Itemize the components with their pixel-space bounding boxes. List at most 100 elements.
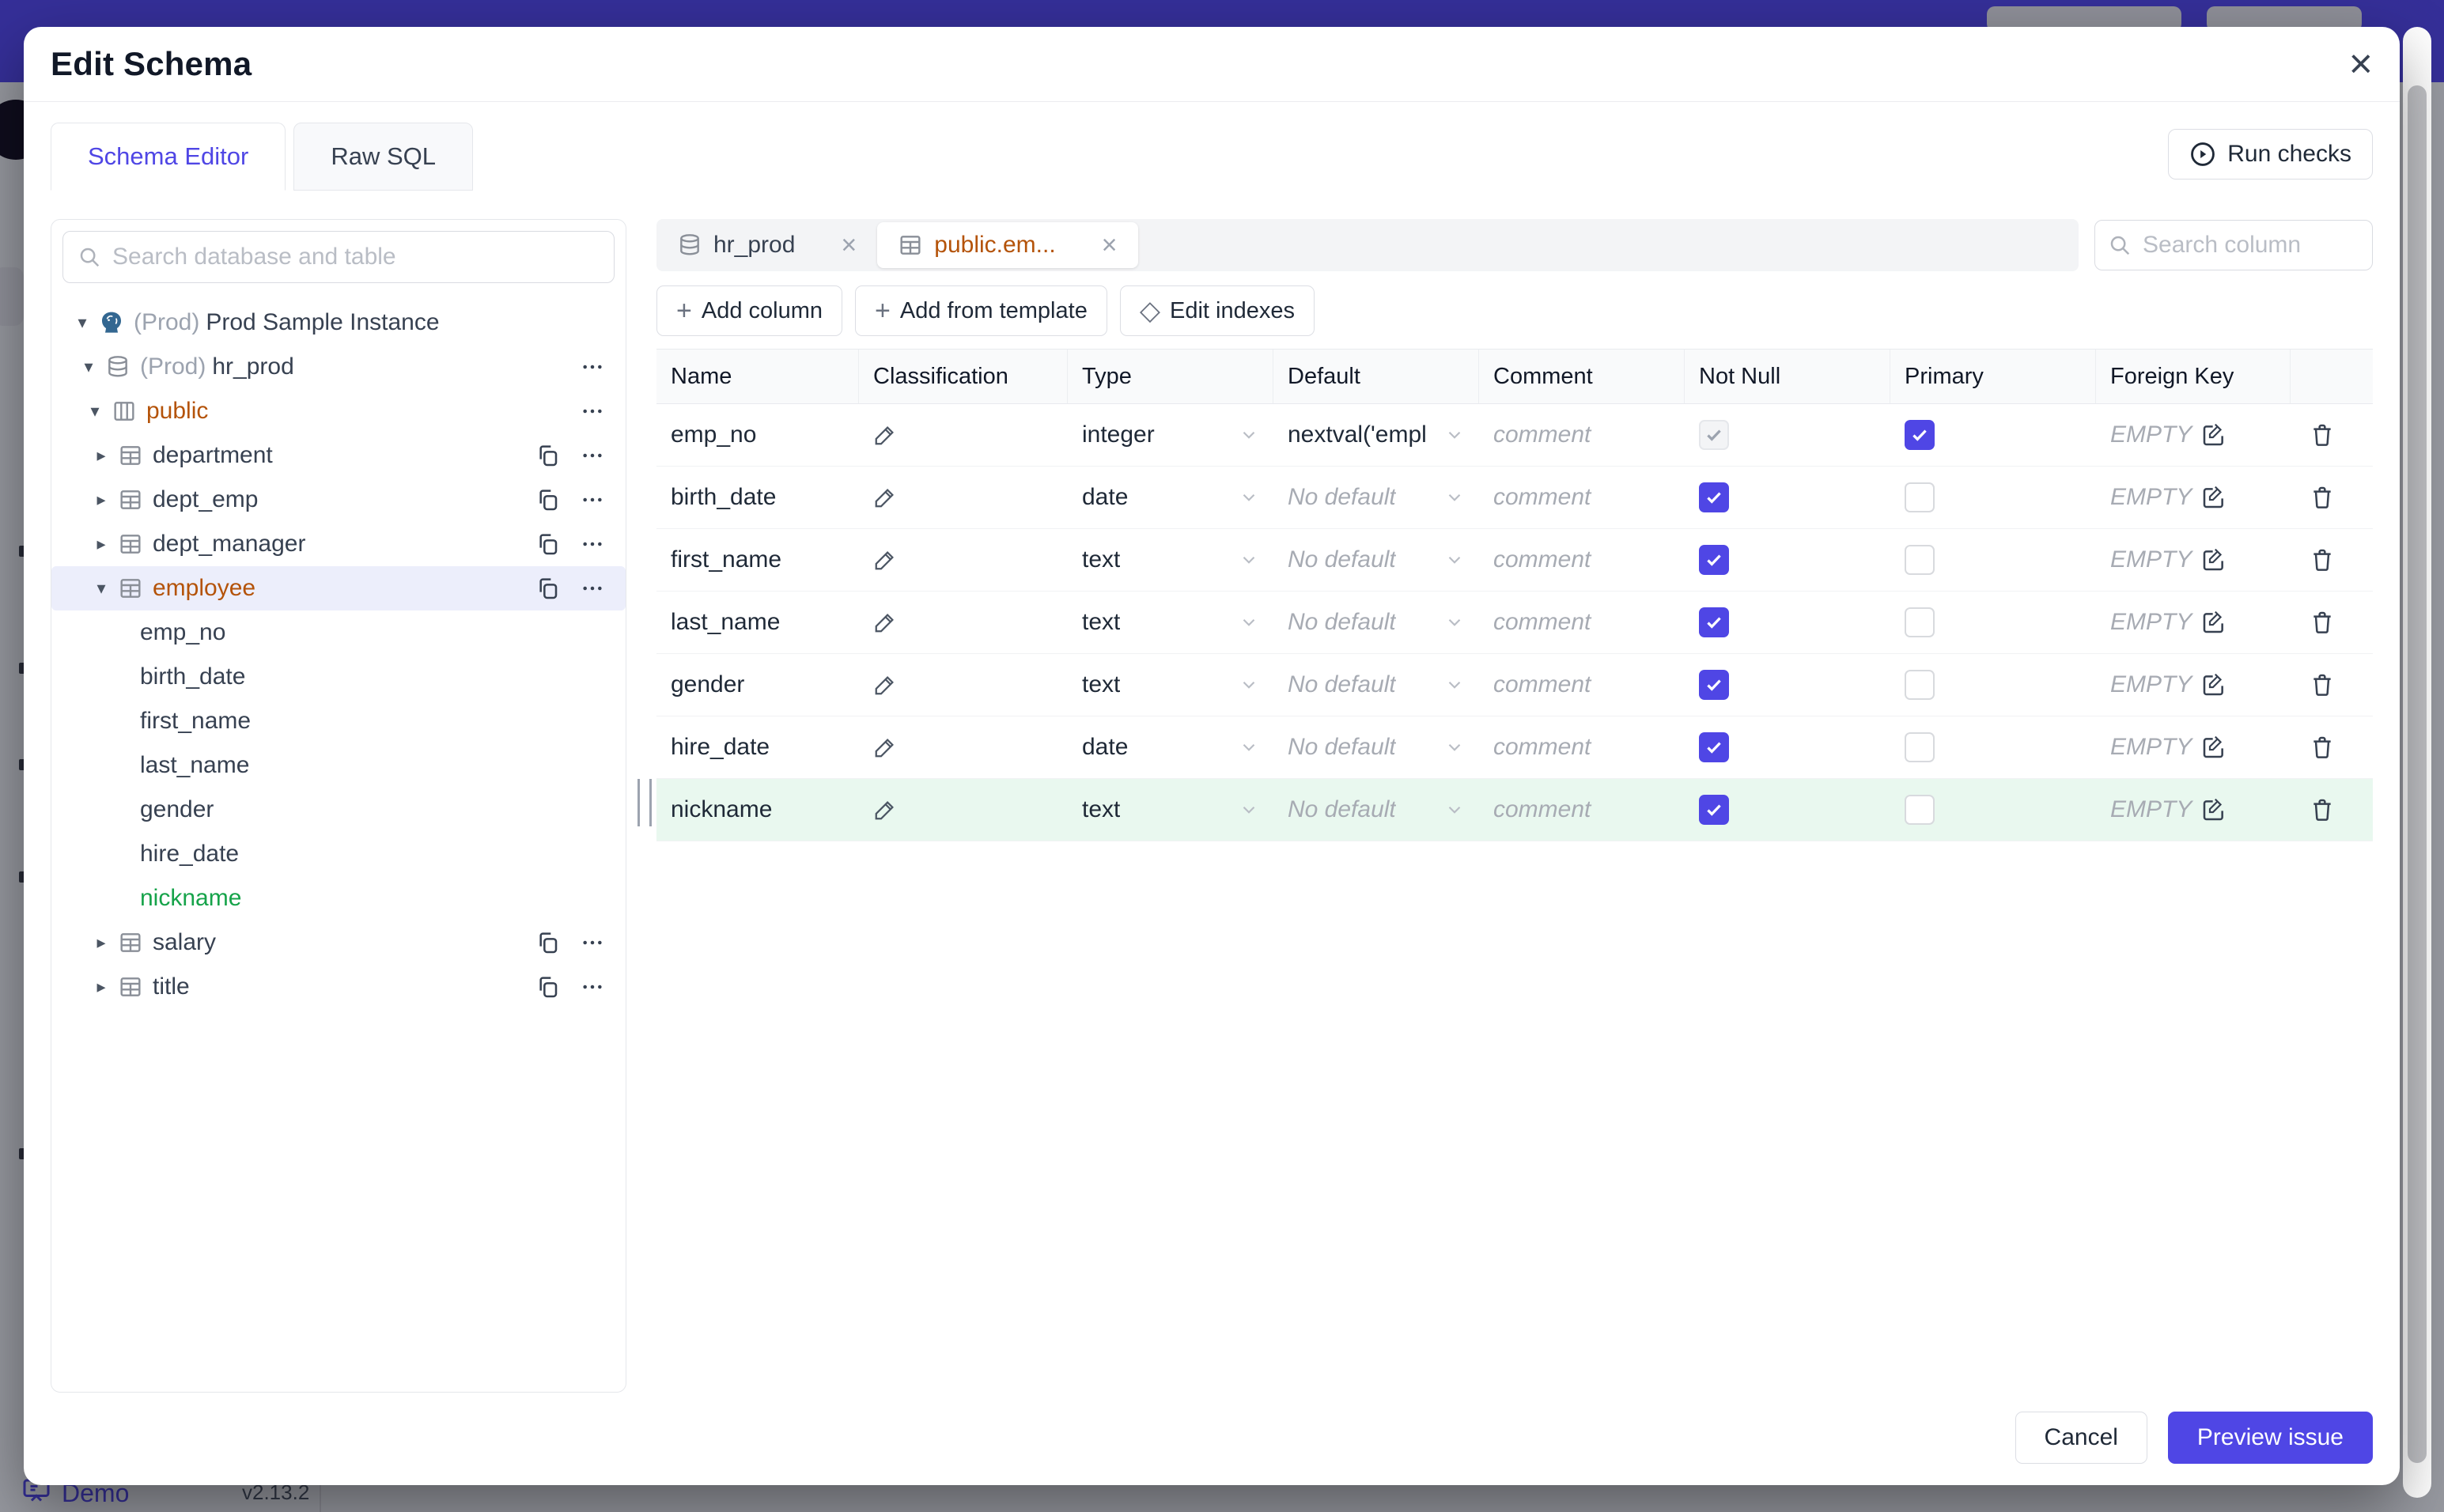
chevron-down-icon[interactable]: ▾ (85, 401, 105, 421)
delete-column-icon[interactable] (2310, 547, 2335, 573)
foreign-key-edit-icon[interactable] (2201, 797, 2226, 822)
foreign-key-edit-icon[interactable] (2201, 422, 2226, 448)
close-tab-icon[interactable]: × (1102, 232, 1118, 259)
comment-input[interactable]: comment (1493, 484, 1591, 511)
delete-column-icon[interactable] (2310, 422, 2335, 448)
copy-icon[interactable] (535, 531, 561, 557)
comment-input[interactable]: comment (1493, 421, 1591, 448)
type-select[interactable]: date (1082, 484, 1273, 511)
chevron-down-icon[interactable]: ▾ (91, 578, 112, 599)
chevron-right-icon[interactable]: ▸ (91, 445, 112, 466)
tree-item-department[interactable]: ▸ department (51, 433, 626, 478)
tree-item-dept_manager[interactable]: ▸ dept_manager (51, 522, 626, 566)
column-name-input[interactable]: last_name (671, 609, 780, 636)
copy-icon[interactable] (535, 930, 561, 955)
primary-checkbox[interactable] (1905, 482, 1935, 512)
ellipsis-menu-icon[interactable] (580, 974, 605, 1000)
tree-item-last_name[interactable]: last_name (51, 743, 626, 788)
ellipsis-menu-icon[interactable] (580, 576, 605, 601)
type-select[interactable]: text (1082, 546, 1273, 573)
delete-column-icon[interactable] (2310, 672, 2335, 697)
ellipsis-menu-icon[interactable] (580, 930, 605, 955)
delete-column-icon[interactable] (2310, 610, 2335, 635)
classification-edit-icon[interactable] (873, 423, 897, 447)
close-tab-icon[interactable]: × (841, 232, 857, 259)
tree-item-employee[interactable]: ▾ employee (51, 566, 626, 610)
delete-column-icon[interactable] (2310, 485, 2335, 510)
primary-checkbox[interactable] (1905, 420, 1935, 450)
foreign-key-edit-icon[interactable] (2201, 610, 2226, 635)
tree-item-hire_date[interactable]: hire_date (51, 832, 626, 876)
comment-input[interactable]: comment (1493, 671, 1591, 698)
column-search-input[interactable] (2141, 231, 2359, 259)
comment-input[interactable]: comment (1493, 796, 1591, 823)
tree-item-dept_emp[interactable]: ▸ dept_emp (51, 478, 626, 522)
classification-edit-icon[interactable] (873, 610, 897, 634)
ellipsis-menu-icon[interactable] (580, 531, 605, 557)
chevron-right-icon[interactable]: ▸ (91, 534, 112, 554)
ellipsis-menu-icon[interactable] (580, 443, 605, 468)
not-null-checkbox[interactable] (1699, 795, 1729, 825)
primary-checkbox[interactable] (1905, 795, 1935, 825)
foreign-key-edit-icon[interactable] (2201, 485, 2226, 510)
tab-raw-sql[interactable]: Raw SQL (293, 123, 473, 191)
type-select[interactable]: text (1082, 609, 1273, 636)
open-tab-hr_prod[interactable]: hr_prod × (656, 219, 877, 271)
not-null-checkbox[interactable] (1699, 482, 1729, 512)
scrollbar-thumb[interactable] (2408, 85, 2427, 1463)
not-null-checkbox[interactable] (1699, 732, 1729, 762)
copy-icon[interactable] (535, 576, 561, 601)
tree-item-salary[interactable]: ▸ salary (51, 920, 626, 965)
tree-item-first_name[interactable]: first_name (51, 699, 626, 743)
default-select[interactable]: No default (1288, 734, 1479, 761)
tab-schema-editor[interactable]: Schema Editor (51, 123, 286, 191)
chevron-right-icon[interactable]: ▸ (91, 932, 112, 953)
tree-item-birth_date[interactable]: birth_date (51, 655, 626, 699)
comment-input[interactable]: comment (1493, 609, 1591, 636)
column-name-input[interactable]: hire_date (671, 734, 770, 761)
dialog-scrollbar[interactable] (2403, 27, 2431, 1498)
default-select[interactable]: No default (1288, 484, 1479, 511)
resize-handle[interactable] (637, 779, 652, 826)
chevron-right-icon[interactable]: ▸ (91, 490, 112, 510)
type-select[interactable]: integer (1082, 421, 1273, 448)
column-name-input[interactable]: nickname (671, 796, 772, 823)
copy-icon[interactable] (535, 974, 561, 1000)
column-name-input[interactable]: gender (671, 671, 744, 698)
not-null-checkbox[interactable] (1699, 670, 1729, 700)
classification-edit-icon[interactable] (873, 673, 897, 697)
primary-checkbox[interactable] (1905, 545, 1935, 575)
default-select[interactable]: nextval('employ (1288, 421, 1479, 448)
open-tab-publicem[interactable]: public.em... × (877, 222, 1138, 268)
ellipsis-menu-icon[interactable] (580, 354, 605, 380)
classification-edit-icon[interactable] (873, 486, 897, 509)
run-checks-button[interactable]: Run checks (2168, 129, 2373, 180)
primary-checkbox[interactable] (1905, 607, 1935, 637)
tree-item-gender[interactable]: gender (51, 788, 626, 832)
default-select[interactable]: No default (1288, 546, 1479, 573)
comment-input[interactable]: comment (1493, 546, 1591, 573)
preview-issue-button[interactable]: Preview issue (2167, 1412, 2373, 1464)
cancel-button[interactable]: Cancel (2015, 1412, 2147, 1464)
foreign-key-edit-icon[interactable] (2201, 672, 2226, 697)
column-name-input[interactable]: birth_date (671, 484, 776, 511)
foreign-key-edit-icon[interactable] (2201, 547, 2226, 573)
default-select[interactable]: No default (1288, 796, 1479, 823)
comment-input[interactable]: comment (1493, 734, 1591, 761)
tree-item-Prod Sample Instance[interactable]: ▾ (Prod) Prod Sample Instance (51, 301, 626, 345)
delete-column-icon[interactable] (2310, 797, 2335, 822)
copy-icon[interactable] (535, 487, 561, 512)
tree-item-nickname[interactable]: nickname (51, 876, 626, 920)
classification-edit-icon[interactable] (873, 798, 897, 822)
foreign-key-edit-icon[interactable] (2201, 735, 2226, 760)
tree-item-public[interactable]: ▾ public (51, 389, 626, 433)
tree-item-hr_prod[interactable]: ▾ (Prod) hr_prod (51, 345, 626, 389)
default-select[interactable]: No default (1288, 671, 1479, 698)
chevron-down-icon[interactable]: ▾ (72, 312, 93, 333)
type-select[interactable]: date (1082, 734, 1273, 761)
tree-search-input[interactable] (111, 243, 600, 271)
close-icon[interactable]: × (2349, 43, 2373, 85)
column-name-input[interactable]: emp_no (671, 421, 756, 448)
chevron-down-icon[interactable]: ▾ (78, 357, 99, 377)
type-select[interactable]: text (1082, 796, 1273, 823)
